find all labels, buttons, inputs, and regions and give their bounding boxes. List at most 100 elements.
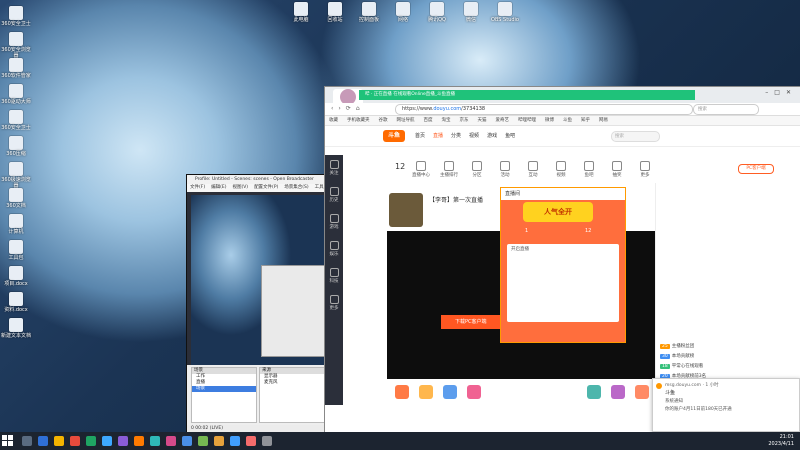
taskbar-app-icon[interactable] [230,436,240,446]
gift-icon[interactable] [611,385,625,399]
desktop-icon[interactable]: 网络 [388,2,418,23]
obs-menu-item[interactable]: 编辑(E) [211,185,226,190]
taskbar-app-icon[interactable] [166,436,176,446]
category-item[interactable]: 直播中心 [407,161,435,178]
nav-buttons[interactable]: ‹›⟳⌂ [331,105,365,112]
windows-start-icon[interactable] [2,435,14,447]
site-nav-item[interactable]: 游戏 [487,133,497,139]
gift-icon[interactable] [467,385,481,399]
category-item[interactable]: 互动 [519,161,547,178]
bookmark-item[interactable]: 天猫 [478,118,487,123]
taskbar-app-icon[interactable] [86,436,96,446]
bookmark-item[interactable]: 京东 [460,118,469,123]
desktop-icon[interactable]: 新建文本文档 [1,318,31,339]
gift-icon[interactable] [395,385,409,399]
category-item[interactable]: 鱼吧 [575,161,603,178]
bookmark-item[interactable]: 收藏 [329,118,338,123]
url-field[interactable]: https://www.douyu.com/3734138 [395,104,693,115]
taskbar-app-icon[interactable] [38,436,48,446]
desktop-icon[interactable]: 360文档 [1,188,31,209]
taskbar-app-icon[interactable] [182,436,192,446]
desktop-icon[interactable]: 360安全浏览器 [1,32,31,59]
scenes-dock: 场景 工作 直播 场景 [191,367,257,423]
category-item[interactable]: 活动 [491,161,519,178]
obs-menu-item[interactable]: 配置文件(P) [254,185,278,190]
site-nav-item[interactable]: 直播 [433,133,443,139]
desktop-icon[interactable]: 腾讯QQ [422,2,452,23]
desktop-icon[interactable]: 控制面板 [354,2,384,23]
taskbar-app-icon[interactable] [262,436,272,446]
bookmark-item[interactable]: 哔哩哔哩 [518,118,536,123]
gift-icon[interactable] [635,385,649,399]
desktop-icon[interactable]: OBS Studio [490,2,520,23]
bookmark-item[interactable]: 淘宝 [442,118,451,123]
rail-item[interactable]: 更多 [325,295,343,317]
bookmark-item[interactable]: 知乎 [581,118,590,123]
rail-item[interactable]: 科技 [325,268,343,290]
taskbar-app-icon[interactable] [118,436,128,446]
desktop-icon[interactable]: 360驱动大师 [1,84,31,105]
rail-item[interactable]: 游戏 [325,214,343,236]
site-nav-item[interactable]: 分类 [451,133,461,139]
category-item[interactable]: 抽奖 [603,161,631,178]
category-item[interactable]: 视频 [547,161,575,178]
taskbar-app-icon[interactable] [246,436,256,446]
category-item[interactable]: 分区 [463,161,491,178]
clock[interactable]: 21:01 2023/4/11 [768,434,794,448]
taskbar-app-icon[interactable] [102,436,112,446]
taskbar-app-icon[interactable] [70,436,80,446]
window-controls[interactable]: –□✕ [765,89,797,96]
bookmark-item[interactable]: 斗鱼 [563,118,572,123]
notification-toast[interactable]: msg.douyu.com · 1 小时 斗鱼 系统通知 你的账户4月11日前1… [652,378,800,432]
bookmark-item[interactable]: 网址导航 [397,118,415,123]
category-item[interactable]: 主播排行 [435,161,463,178]
source-item[interactable]: 麦克风 [260,380,326,386]
taskbar-app-icon[interactable] [54,436,64,446]
obs-window[interactable]: Profile: Untitled - Scenes: scenes - Ope… [186,174,333,434]
obs-menu-item[interactable]: 文件(F) [190,185,205,190]
browser-search[interactable]: 搜索 [693,104,759,115]
desktop-icon[interactable]: 360极速浏览器 [1,162,31,189]
category-item[interactable]: 更多 [631,161,659,178]
bookmark-item[interactable]: 爱奇艺 [496,118,510,123]
event-popup[interactable]: 直播间 人气全开 1 12 开启直播 [500,187,626,343]
gift-icon[interactable] [587,385,601,399]
notification-bar[interactable]: 哔 · 正在直播 在线观看Online直播_斗鱼直播 [359,90,695,100]
scene-item[interactable]: 场景 [192,386,256,392]
obs-menu-item[interactable]: 视图(V) [232,185,248,190]
streamer-avatar[interactable] [389,193,423,227]
gift-icon[interactable] [443,385,457,399]
desktop-icon[interactable]: 资料.docx [1,292,31,313]
taskbar-app-icon[interactable] [198,436,208,446]
obs-menu-item[interactable]: 场景集合(S) [284,185,308,190]
desktop-icon[interactable]: 项目.docx [1,266,31,287]
bookmark-item[interactable]: 百度 [424,118,433,123]
bookmark-item[interactable]: 谷歌 [379,118,388,123]
desktop-icon[interactable]: 微信 [456,2,486,23]
bookmark-item[interactable]: 微博 [545,118,554,123]
desktop-icon[interactable]: 工具包 [1,240,31,261]
desktop-icon[interactable]: 回收站 [320,2,350,23]
bookmark-item[interactable]: 手机收藏夹 [347,118,370,123]
douyu-logo[interactable]: 斗鱼 [383,130,405,142]
desktop-icon[interactable]: 360软件管家 [1,58,31,79]
rail-item[interactable]: 关注 [325,160,343,182]
taskbar-app-icon[interactable] [150,436,160,446]
taskbar-app-icon[interactable] [214,436,224,446]
gift-icon[interactable] [419,385,433,399]
rail-item[interactable]: 历史 [325,187,343,209]
desktop-icon[interactable]: 360安全卫士 [1,6,31,27]
site-search[interactable]: 搜索 [611,131,660,142]
rail-item[interactable]: 娱乐 [325,241,343,263]
desktop-icon[interactable]: 360压缩 [1,136,31,157]
desktop-icon[interactable]: 360安全卫士 [1,110,31,131]
desktop-icon[interactable]: 此电脑 [286,2,316,23]
bookmark-item[interactable]: 网易 [599,118,608,123]
site-nav-item[interactable]: 视频 [469,133,479,139]
site-nav-item[interactable]: 首页 [415,133,425,139]
site-nav-item[interactable]: 鱼吧 [505,133,515,139]
taskbar-app-icon[interactable] [22,436,32,446]
pc-client-button[interactable]: PC客户端 [738,164,774,174]
taskbar-app-icon[interactable] [134,436,144,446]
desktop-icon[interactable]: 计算机 [1,214,31,235]
